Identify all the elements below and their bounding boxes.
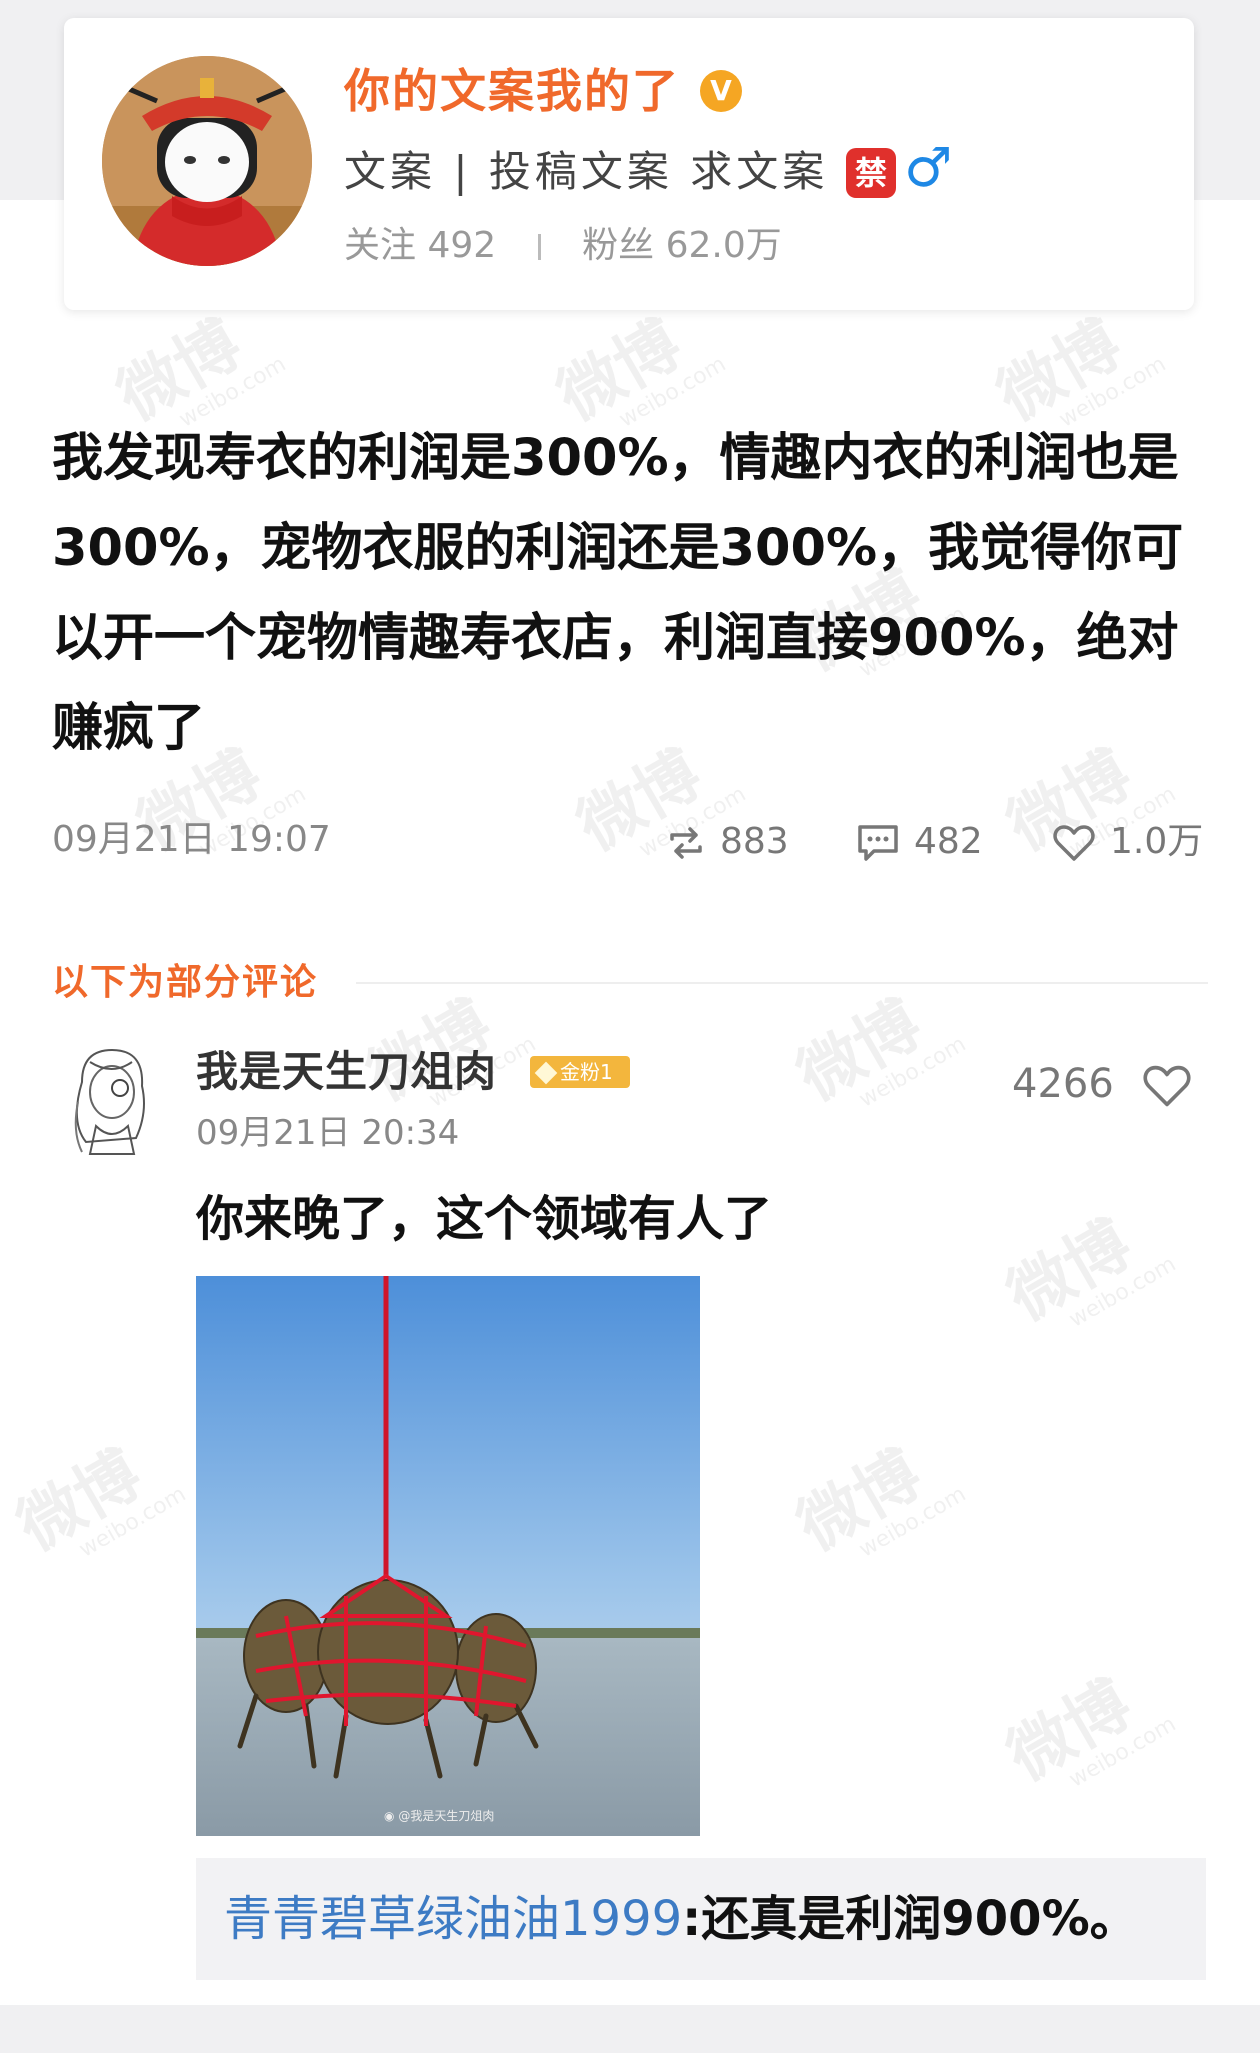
comment-count: 482 xyxy=(914,821,983,862)
fan-badge: 金粉1 xyxy=(530,1056,630,1088)
comments-section-title: 以下为部分评论 xyxy=(52,962,319,1003)
reply-preview[interactable]: 青青碧草绿油油1999:还真是利润900%。 xyxy=(196,1858,1206,1980)
stats-divider xyxy=(537,234,541,260)
watermark: 微博weibo.com xyxy=(785,1437,971,1566)
commenter-avatar[interactable] xyxy=(62,1042,158,1158)
commenter-username[interactable]: 我是天生刀俎肉 xyxy=(196,1044,497,1100)
watermark: 微博weibo.com xyxy=(785,987,971,1116)
profile-bio: 文案 | 投稿文案 求文案 xyxy=(344,147,829,196)
fans-count[interactable]: 62.0万 xyxy=(666,225,782,266)
post-timestamp: 09月21日 19:07 xyxy=(52,819,331,860)
bottom-background xyxy=(0,2005,1260,2053)
comment-like-button[interactable]: 4266 xyxy=(1012,1056,1193,1112)
image-watermark-caption: ◉ @我是天生刀俎肉 xyxy=(384,1809,495,1823)
watermark: 微博weibo.com xyxy=(995,1207,1181,1336)
repost-count: 883 xyxy=(720,821,789,862)
profile-username[interactable]: 你的文案我的了 xyxy=(344,60,680,122)
repost-button[interactable]: 883 xyxy=(666,812,789,872)
reply-line: 青青碧草绿油油1999:还真是利润900%。 xyxy=(224,1886,1138,1952)
comment-text: 你来晚了，这个领域有人了 xyxy=(196,1191,773,1247)
fan-badge-icon xyxy=(534,1061,558,1085)
weibo-logo-icon: ◉ xyxy=(384,1809,395,1823)
comment-button[interactable]: 482 xyxy=(856,812,983,872)
fan-badge-label: 金粉1 xyxy=(560,1060,613,1084)
profile-card[interactable]: 你的文案我的了 V 文案 | 投稿文案 求文案 禁 ♂ 关注 492 粉丝 62… xyxy=(64,18,1194,310)
like-icon xyxy=(1053,825,1095,861)
watermark: 微博weibo.com xyxy=(5,1437,191,1566)
heart-icon xyxy=(1143,1065,1191,1107)
ban-badge: 禁 xyxy=(846,148,896,198)
repost-icon xyxy=(670,827,702,859)
like-button[interactable]: 1.0万 xyxy=(1052,812,1203,872)
gender-icon: ♂ xyxy=(904,136,953,199)
reply-username[interactable]: 青青碧草绿油油1999 xyxy=(224,1891,682,1947)
profile-avatar[interactable] xyxy=(102,56,312,266)
section-divider xyxy=(356,982,1208,984)
comment-like-count: 4266 xyxy=(1012,1061,1114,1107)
verified-icon: V xyxy=(700,70,742,112)
following-count[interactable]: 492 xyxy=(427,225,496,266)
comment-image[interactable]: ◉ @我是天生刀俎肉 xyxy=(196,1276,700,1836)
comment-timestamp: 09月21日 20:34 xyxy=(196,1113,460,1153)
reply-text: :还真是利润900%。 xyxy=(682,1891,1138,1947)
like-count: 1.0万 xyxy=(1110,821,1204,862)
fans-label: 粉丝 xyxy=(582,225,655,266)
watermark: 微博weibo.com xyxy=(995,1667,1181,1796)
comment-icon xyxy=(858,825,898,861)
post-text: 我发现寿衣的利润是300%，情趣内衣的利润也是300%，宠物衣服的利润还是300… xyxy=(52,429,1184,758)
profile-stats: 关注 492 粉丝 62.0万 xyxy=(344,218,782,274)
following-label: 关注 xyxy=(344,225,417,266)
